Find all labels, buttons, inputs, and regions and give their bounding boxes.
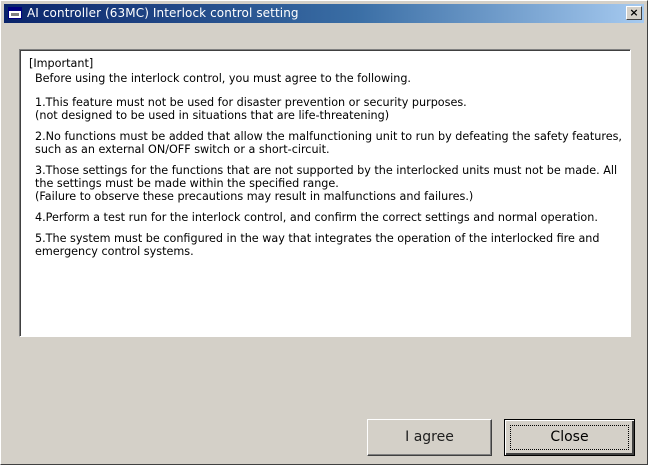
- close-button[interactable]: Close: [504, 419, 635, 456]
- notice-item-line: 4.Perform a test run for the interlock c…: [35, 211, 598, 224]
- notice-item-line: 5.The system must be configured in the w…: [35, 232, 600, 258]
- window-title: AI controller (63MC) Interlock control s…: [27, 6, 299, 20]
- title-close-button[interactable]: ×: [626, 6, 642, 20]
- notice-item-line: 1.This feature must not be used for disa…: [35, 96, 467, 109]
- notice-item-3: 3.Those settings for the functions that …: [35, 164, 624, 203]
- dialog-window: AI controller (63MC) Interlock control s…: [0, 0, 648, 465]
- agree-button[interactable]: I agree: [367, 419, 492, 456]
- notice-item-5: 5.The system must be configured in the w…: [35, 232, 624, 258]
- app-window-icon: [8, 7, 22, 19]
- notice-item-2: 2.No functions must be added that allow …: [35, 130, 624, 156]
- notice-item-4: 4.Perform a test run for the interlock c…: [35, 211, 624, 224]
- notice-item-line: (Failure to observe these precautions ma…: [35, 190, 474, 203]
- notice-item-line: 3.Those settings for the functions that …: [35, 164, 618, 190]
- notice-item-line: 2.No functions must be added that allow …: [35, 130, 622, 156]
- focus-rectangle: [510, 425, 629, 450]
- notice-intro: Before using the interlock control, you …: [35, 72, 411, 85]
- notice-heading: [Important]: [29, 57, 94, 70]
- notice-textbox[interactable]: [Important] Before using the interlock c…: [19, 49, 631, 337]
- title-bar[interactable]: AI controller (63MC) Interlock control s…: [4, 4, 644, 23]
- notice-item-line: (not designed to be used in situations t…: [35, 109, 390, 122]
- notice-item-1: 1.This feature must not be used for disa…: [35, 96, 624, 122]
